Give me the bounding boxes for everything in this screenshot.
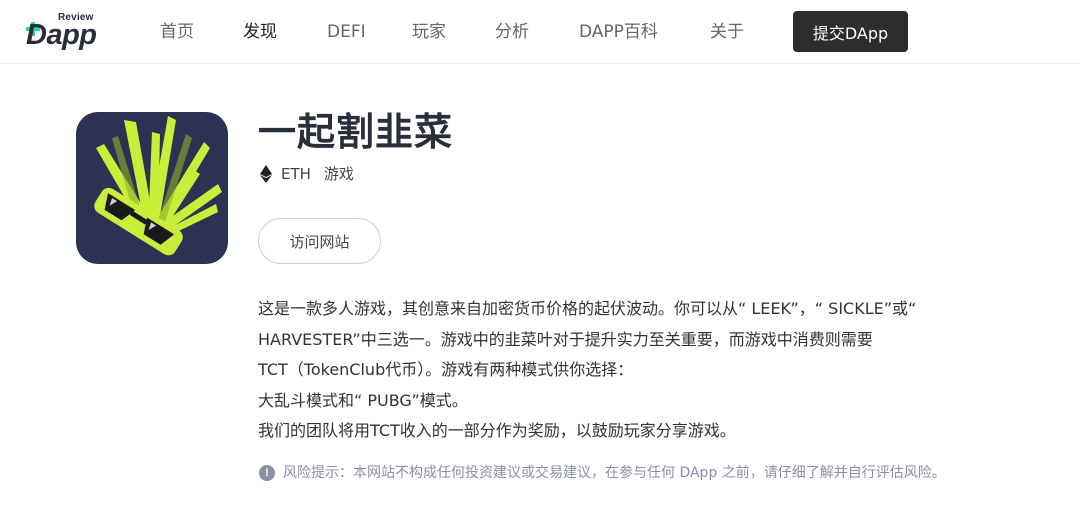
submit-dapp-button[interactable]: 提交DApp (793, 11, 908, 52)
description-line: TCT（TokenClub代币）。游戏有两种模式供你选择： (258, 360, 634, 379)
nav-defi[interactable]: DEFI (327, 20, 366, 44)
app-title: 一起割韭菜 (258, 110, 454, 154)
nav-players[interactable]: 玩家 (412, 20, 446, 44)
nav-analysis[interactable]: 分析 (495, 20, 529, 44)
description-line: 这是一款多人游戏，其创意来自加密货币价格的起伏波动。你可以从“ LEEK”，“ … (258, 299, 917, 318)
visit-website-button[interactable]: 访问网站 (258, 218, 381, 264)
description-line: HARVESTER”中三选一。游戏中的韭菜叶对于提升实力至关重要，而游戏中消费则… (258, 329, 873, 349)
header: Review Dapp 首页 发现 DEFI 玩家 分析 DAPP百科 关于 提… (0, 0, 1080, 64)
exclamation-circle-icon: ! (259, 465, 275, 481)
nav-about[interactable]: 关于 (710, 20, 744, 44)
dapp-review-logo[interactable]: Review Dapp (26, 12, 100, 52)
nav-discover[interactable]: 发现 (243, 20, 277, 44)
leek-with-sunglasses-icon (94, 116, 222, 256)
description-line: 我们的团队将用TCT收入的一部分作为奖励，以鼓励玩家分享游戏。 (258, 421, 736, 440)
category-label[interactable]: 游戏 (324, 163, 354, 185)
app-icon (76, 112, 228, 264)
logo-word: Dapp (26, 19, 97, 51)
chain-label[interactable]: ETH (281, 163, 311, 185)
ethereum-icon (260, 165, 272, 183)
description-line: 大乱斗模式和“ PUBG”模式。 (258, 390, 468, 410)
nav-home[interactable]: 首页 (160, 20, 194, 44)
nav-dapp-wiki[interactable]: DAPP百科 (579, 20, 658, 44)
risk-notice-text: 风险提示：本网站不构成任何投资建议或交易建议，在参与任何 DApp 之前，请仔细… (283, 465, 946, 481)
risk-notice: ! 风险提示：本网站不构成任何投资建议或交易建议，在参与任何 DApp 之前，请… (259, 462, 946, 484)
app-meta: ETH 游戏 (260, 163, 354, 185)
app-description: 这是一款多人游戏，其创意来自加密货币价格的起伏波动。你可以从“ LEEK”，“ … (258, 294, 1018, 447)
